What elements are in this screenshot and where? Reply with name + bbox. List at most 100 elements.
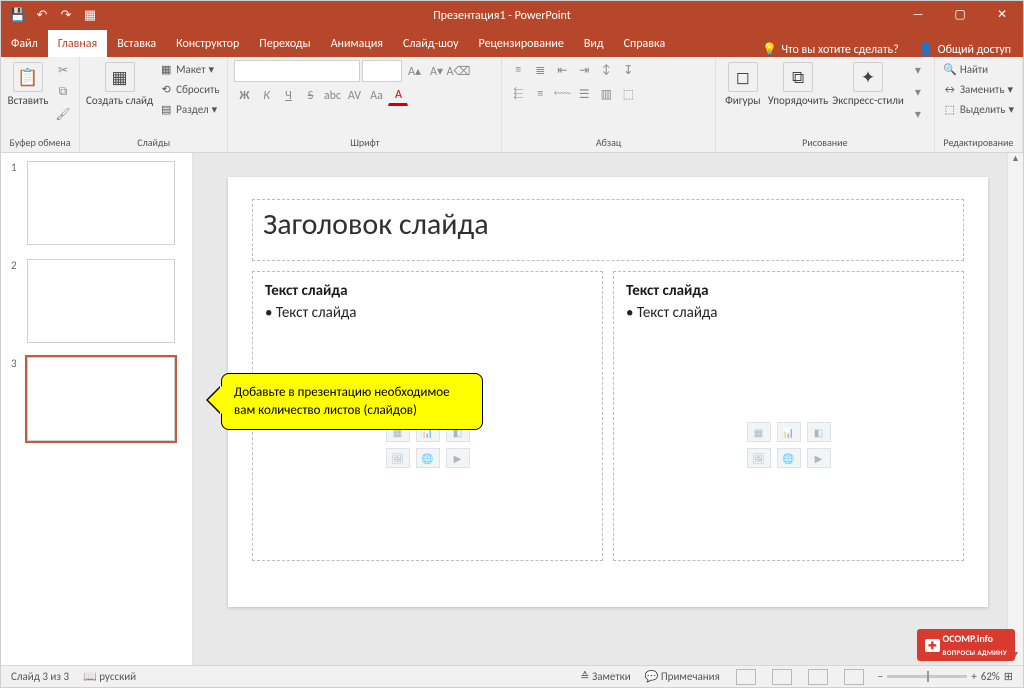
title-placeholder[interactable]: Заголовок слайда <box>252 199 964 261</box>
notes-button[interactable]: ≙ Заметки <box>580 670 630 683</box>
thumbnail-row[interactable]: 1 <box>11 161 182 245</box>
online-picture-icon[interactable]: 🌐 <box>777 448 801 468</box>
content-placeholder-right[interactable]: Текст слайда • Текст слайда ▦📊◧ 🖼🌐▶ <box>613 271 964 561</box>
slideshow-view-icon[interactable] <box>844 669 864 685</box>
slide-counter: Слайд 3 из 3 <box>11 670 69 683</box>
content-icons[interactable]: ▦ 📊 ◧ 🖼 🌐 ▶ <box>747 422 831 468</box>
copy-icon[interactable]: ⧉ <box>53 82 73 102</box>
save-icon[interactable]: 💾 <box>7 5 29 27</box>
comments-button[interactable]: 💬 Примечания <box>645 670 720 683</box>
format-painter-icon[interactable]: 🖌 <box>53 104 73 124</box>
language-indicator[interactable]: 📖 русский <box>83 670 136 683</box>
fit-window-icon[interactable]: ⊞ <box>1004 670 1013 683</box>
maximize-button[interactable]: ▢ <box>939 1 981 30</box>
align-left-icon[interactable]: ⬱ <box>508 84 528 104</box>
reset-button[interactable]: ⟲Сбросить <box>157 80 221 98</box>
tab-animations[interactable]: Анимация <box>321 30 393 57</box>
columns-icon[interactable]: ▥ <box>596 84 616 104</box>
sorter-view-icon[interactable] <box>772 669 792 685</box>
tell-me[interactable]: 💡Что вы хотите сделать? <box>762 42 906 57</box>
start-show-icon[interactable]: ▦ <box>79 5 101 27</box>
scroll-up-icon[interactable]: ▲ <box>1008 153 1023 169</box>
justify-icon[interactable]: ☰ <box>574 84 594 104</box>
line-spacing-icon[interactable]: ↕ <box>596 60 616 80</box>
tab-help[interactable]: Справка <box>614 30 676 57</box>
shadow-button[interactable]: abc <box>322 86 342 106</box>
font-name-combo[interactable] <box>234 60 360 82</box>
thumbnail-selected[interactable] <box>27 357 175 441</box>
zoom-slider[interactable] <box>887 675 967 678</box>
smartart-icon[interactable]: ⬚ <box>618 84 638 104</box>
underline-button[interactable]: Ч <box>278 86 298 106</box>
callout-tooltip: Добавьте в презентацию необходимое вам к… <box>221 373 483 430</box>
reading-view-icon[interactable] <box>808 669 828 685</box>
new-slide-icon: ▦ <box>105 62 135 92</box>
zoom-control[interactable]: − + 62% ⊞ <box>878 670 1013 683</box>
tab-design[interactable]: Конструктор <box>166 30 249 57</box>
chart-icon[interactable]: 📊 <box>777 422 801 442</box>
new-slide-button[interactable]: ▦Создать слайд <box>86 60 153 107</box>
bold-button[interactable]: Ж <box>234 86 254 106</box>
placeholder-header: Текст слайда <box>265 282 590 300</box>
minimize-button[interactable]: — <box>897 1 939 30</box>
shape-fill-icon[interactable]: ▾ <box>908 60 928 80</box>
indent-left-icon[interactable]: ⇤ <box>552 60 572 80</box>
tab-view[interactable]: Вид <box>574 30 614 57</box>
spacing-button[interactable]: AV <box>344 86 364 106</box>
table-icon[interactable]: ▦ <box>747 422 771 442</box>
shape-outline-icon[interactable]: ▾ <box>908 82 928 102</box>
close-button[interactable]: ✕ <box>981 1 1023 30</box>
clear-format-icon[interactable]: A⌫ <box>448 61 468 81</box>
quick-styles-button[interactable]: ✦Экспресс-стили <box>832 60 904 107</box>
cut-icon[interactable]: ✂ <box>53 60 73 80</box>
share-button[interactable]: 👤Общий доступ <box>907 42 1023 57</box>
arrange-button[interactable]: ⧉Упорядочить <box>768 60 828 107</box>
layout-button[interactable]: ▦Макет ▾ <box>157 60 221 78</box>
text-direction-icon[interactable]: ↧ <box>618 60 638 80</box>
numbering-icon[interactable]: ≣ <box>530 60 550 80</box>
redo-icon[interactable]: ↷ <box>55 5 77 27</box>
placeholder-bullet: • Текст слайда <box>626 304 951 322</box>
thumbnail-row[interactable]: 2 <box>11 259 182 343</box>
indent-right-icon[interactable]: ⇥ <box>574 60 594 80</box>
smartart-icon[interactable]: ◧ <box>807 422 831 442</box>
font-color-button[interactable]: A <box>388 86 408 106</box>
thumbnail[interactable] <box>27 259 175 343</box>
replace-button[interactable]: ↔Заменить ▾ <box>941 80 1016 98</box>
increase-font-icon[interactable]: A▴ <box>404 61 424 81</box>
case-button[interactable]: Аа <box>366 86 386 106</box>
tab-transitions[interactable]: Переходы <box>249 30 320 57</box>
tab-insert[interactable]: Вставка <box>107 30 166 57</box>
video-icon[interactable]: ▶ <box>446 448 470 468</box>
picture-icon[interactable]: 🖼 <box>386 448 410 468</box>
thumbnail-row[interactable]: 3 <box>11 357 182 441</box>
vertical-scrollbar[interactable]: ▲ ▼ <box>1007 153 1023 665</box>
tab-home[interactable]: Главная <box>48 30 107 57</box>
font-size-combo[interactable] <box>362 60 402 82</box>
tab-review[interactable]: Рецензирование <box>469 30 574 57</box>
tab-file[interactable]: Файл <box>1 30 48 57</box>
online-picture-icon[interactable]: 🌐 <box>416 448 440 468</box>
undo-icon[interactable]: ↶ <box>31 5 53 27</box>
tab-slideshow[interactable]: Слайд-шоу <box>393 30 469 57</box>
find-button[interactable]: 🔍Найти <box>941 60 1016 78</box>
shapes-button[interactable]: ◻Фигуры <box>722 60 764 107</box>
section-button[interactable]: ▤Раздел ▾ <box>157 100 221 118</box>
bullets-icon[interactable]: ≡ <box>508 60 528 80</box>
paste-button[interactable]: 📋Вставить <box>7 60 49 107</box>
shape-effects-icon[interactable]: ▾ <box>908 104 928 124</box>
normal-view-icon[interactable] <box>736 669 756 685</box>
align-right-icon[interactable]: ⬳ <box>552 84 572 104</box>
align-center-icon[interactable]: ≡ <box>530 84 550 104</box>
placeholder-bullet: • Текст слайда <box>265 304 590 322</box>
video-icon[interactable]: ▶ <box>807 448 831 468</box>
slide-thumbnail-pane[interactable]: 1 2 3 <box>1 153 193 667</box>
decrease-font-icon[interactable]: A▾ <box>426 61 446 81</box>
italic-button[interactable]: К <box>256 86 276 106</box>
thumbnail[interactable] <box>27 161 175 245</box>
strike-button[interactable]: S <box>300 86 320 106</box>
zoom-in-icon[interactable]: + <box>971 670 976 683</box>
select-button[interactable]: ⬚Выделить ▾ <box>941 100 1016 118</box>
picture-icon[interactable]: 🖼 <box>747 448 771 468</box>
zoom-out-icon[interactable]: − <box>878 670 883 683</box>
